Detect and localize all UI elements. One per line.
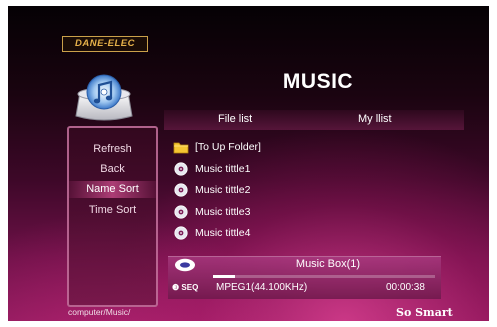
list-item-label: [To Up Folder]	[195, 141, 261, 153]
tabs-bar	[164, 110, 464, 130]
audio-file-icon	[174, 205, 188, 219]
sidebar-item-refresh[interactable]: Refresh	[69, 141, 156, 158]
audio-format: MPEG1(44.100KHz)	[216, 282, 308, 293]
disc-icon	[175, 258, 195, 272]
folder-icon	[173, 142, 189, 154]
page-title: MUSIC	[282, 70, 354, 93]
audio-file-icon	[174, 162, 188, 176]
media-player-screen: DANE-ELEC MUSIC File list My llist Refre…	[8, 6, 489, 321]
sidebar-item-back[interactable]: Back	[69, 161, 156, 178]
audio-file-icon	[174, 226, 188, 240]
tab-my-list[interactable]: My llist	[358, 113, 392, 125]
list-item-label: Music tittle2	[195, 184, 251, 196]
music-app-icon	[75, 74, 133, 121]
now-playing-title: Music Box(1)	[295, 258, 361, 270]
sidebar-item-time-sort[interactable]: Time Sort	[69, 202, 156, 219]
elapsed-time: 00:00:38	[386, 282, 425, 293]
playback-progress[interactable]	[213, 275, 435, 278]
audio-file-icon	[174, 183, 188, 197]
list-item-label: Music tittle4	[195, 227, 251, 239]
brand-logo: DANE-ELEC	[62, 36, 148, 52]
sidebar-item-name-sort[interactable]: Name Sort	[69, 181, 156, 198]
brand-slogan: So Smart	[396, 306, 453, 319]
sequence-mode-indicator: ❸ SEQ	[172, 283, 199, 292]
list-item-label: Music tittle3	[195, 206, 251, 218]
current-path: computer/Music/	[68, 307, 131, 317]
playback-progress-fill	[213, 275, 236, 278]
sidebar-menu: Refresh Back Name Sort Time Sort	[67, 126, 158, 307]
list-item-label: Music tittle1	[195, 163, 251, 175]
tab-file-list[interactable]: File list	[218, 113, 252, 125]
